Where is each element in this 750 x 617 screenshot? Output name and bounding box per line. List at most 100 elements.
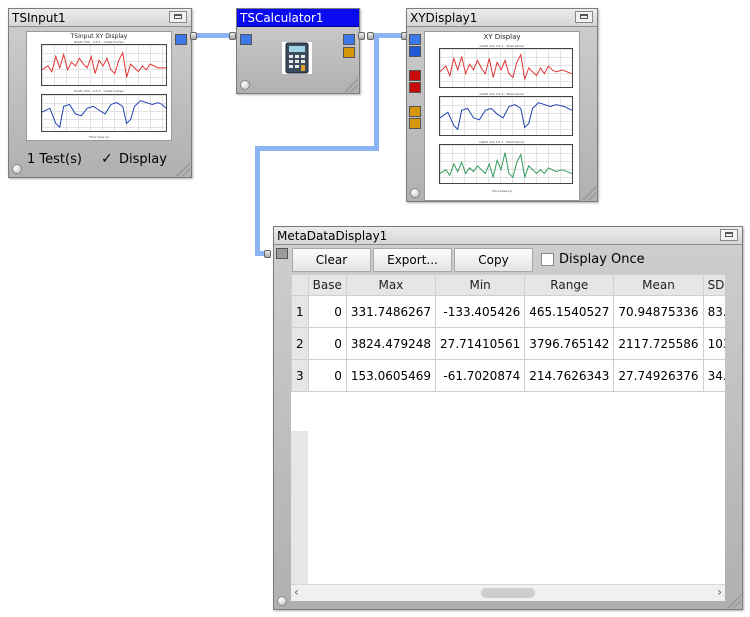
xydisplay-status-dot	[410, 188, 420, 198]
cell-sd[interactable]: 34.466	[702, 359, 725, 392]
column-header-base[interactable]: Base	[307, 274, 347, 296]
scroll-left-arrow-icon[interactable]: ‹	[294, 585, 299, 600]
column-header-min[interactable]: Min	[435, 274, 526, 296]
column-header-mean[interactable]: Mean	[613, 274, 704, 296]
cell-base[interactable]: 0	[307, 295, 347, 328]
metadisplay-input-pin[interactable]	[264, 250, 271, 258]
cell-base[interactable]: 0	[307, 359, 347, 392]
xy-axis-caption: Time base (s)	[491, 189, 513, 193]
tsinput-preview-title: TSInput XY Display	[70, 33, 128, 40]
xydisplay-resize-grip[interactable]	[582, 186, 596, 200]
xy-plot1	[439, 48, 573, 88]
row-number[interactable]: 2	[291, 327, 309, 360]
copy-button[interactable]: Copy	[454, 248, 533, 272]
cell-base[interactable]: 0	[307, 327, 347, 360]
column-header-sd[interactable]: SD	[702, 274, 725, 296]
xydisplay-node[interactable]: XYDisplay1 XY Display shelf1 xx1 2.5 1 -…	[406, 8, 598, 202]
tscalculator-node[interactable]: TSCalculator1	[236, 8, 360, 94]
tsinput-plot1	[41, 44, 167, 86]
tscalculator-output-port-2[interactable]	[343, 47, 355, 58]
column-header-max[interactable]: Max	[345, 274, 437, 296]
cell-min[interactable]: 27.71410561	[435, 327, 526, 360]
table-header-row: Base Max Min Range Mean SD	[291, 274, 725, 296]
scroll-right-arrow-icon[interactable]: ›	[717, 585, 722, 600]
tests-count-label: 1 Test(s)	[27, 152, 82, 167]
row-number[interactable]: 1	[291, 295, 309, 328]
tscalculator-status-dot	[240, 80, 250, 90]
cell-mean[interactable]: 2117.725586	[613, 327, 704, 360]
horizontal-scrollbar[interactable]: ‹ ›	[291, 584, 725, 601]
table-row[interactable]: 3 0 153.0605469 -61.7020874 214.7626343 …	[291, 359, 725, 392]
tsinput-node[interactable]: TSInput1 TSInput XY Display shelf1 XXX -…	[8, 8, 192, 178]
row-header-column-fill	[291, 431, 308, 584]
xydisplay-minimize-button[interactable]	[575, 11, 593, 23]
cell-min[interactable]: -133.405426	[435, 295, 526, 328]
row-number[interactable]: 3	[291, 359, 309, 392]
tscalculator-input-port[interactable]	[240, 34, 252, 45]
xy-plot3	[439, 144, 573, 184]
wire-calculator-to-meta	[255, 146, 379, 151]
cell-min[interactable]: -61.7020874	[435, 359, 526, 392]
metadata-input-port[interactable]	[276, 248, 288, 259]
xydisplay-input-port-2[interactable]	[409, 46, 421, 57]
metadata-minimize-button[interactable]	[720, 229, 738, 241]
metadata-display-node[interactable]: MetaDataDisplay1 Clear Export... Copy Di…	[273, 226, 743, 610]
cell-sd[interactable]: 1032.7	[702, 327, 725, 360]
clear-button[interactable]: Clear	[292, 248, 371, 272]
tscalculator-title[interactable]: TSCalculator1	[237, 9, 359, 27]
xydisplay-preview-title: XY Display	[483, 33, 521, 41]
export-button[interactable]: Export...	[373, 248, 452, 272]
cell-sd[interactable]: 83.845	[702, 295, 725, 328]
tsinput-plot2-caption: shelf1 XXX - 2.5 1 - Unset Dumpo	[73, 89, 125, 93]
xydisplay-input-port-1[interactable]	[409, 34, 421, 45]
tsinput-title[interactable]: TSInput1	[9, 9, 191, 27]
xydisplay-input-port-5[interactable]	[409, 106, 421, 117]
tscalculator-output-pin[interactable]	[358, 32, 365, 40]
scrollbar-thumb[interactable]	[481, 588, 535, 598]
tsinput-plot2	[41, 94, 167, 132]
wire-calculator-to-meta	[255, 146, 260, 255]
tsinput-output-pin[interactable]	[190, 32, 197, 40]
tsinput-axis-caption: Time base (s)	[88, 135, 110, 139]
tsinput-status-dot	[12, 164, 22, 174]
cell-max[interactable]: 3824.479248	[345, 327, 437, 360]
metadata-table: Base Max Min Range Mean SD 1 0 331.74862…	[291, 274, 725, 392]
tscalculator-output-port-1[interactable]	[343, 34, 355, 45]
tscalculator-output-pin[interactable]	[367, 32, 374, 40]
calculator-icon	[282, 42, 312, 74]
xydisplay-preview[interactable]: XY Display shelf1 xx1 2.5 1 - Shell sens…	[424, 31, 580, 201]
display-checkbox-label[interactable]: Display	[119, 152, 167, 167]
cell-max[interactable]: 331.7486267	[345, 295, 437, 328]
tscalculator-resize-grip[interactable]	[344, 78, 358, 92]
xy-plot2	[439, 96, 573, 136]
tsinput-output-port[interactable]	[175, 34, 187, 45]
metadata-status-dot	[277, 596, 287, 606]
xydisplay-input-port-3[interactable]	[409, 70, 421, 81]
cell-mean[interactable]: 27.74926376	[613, 359, 704, 392]
tsinput-preview[interactable]: TSInput XY Display shelf1 XXX - 2.5 1 - …	[26, 31, 172, 141]
table-row[interactable]: 2 0 3824.479248 27.71410561 3796.765142 …	[291, 327, 725, 360]
column-header-corner[interactable]	[291, 274, 309, 296]
tscalculator-input-pin[interactable]	[229, 32, 236, 40]
xydisplay-input-port-6[interactable]	[409, 118, 421, 129]
cell-max[interactable]: 153.0605469	[345, 359, 437, 392]
xydisplay-title[interactable]: XYDisplay1	[407, 9, 597, 27]
metadata-table-viewport[interactable]: Base Max Min Range Mean SD 1 0 331.74862…	[291, 274, 725, 584]
display-once-label[interactable]: Display Once	[559, 252, 645, 267]
wire-input-to-calculator	[194, 33, 232, 38]
metadata-resize-grip[interactable]	[727, 594, 741, 608]
cell-range[interactable]: 3796.765142	[524, 327, 615, 360]
display-checkbox[interactable]: ✓	[101, 152, 114, 166]
tsinput-resize-grip[interactable]	[176, 162, 190, 176]
metadata-display-title[interactable]: MetaDataDisplay1	[274, 227, 742, 245]
cell-range[interactable]: 214.7626343	[524, 359, 615, 392]
table-row[interactable]: 1 0 331.7486267 -133.405426 465.1540527 …	[291, 295, 725, 328]
tsinput-minimize-button[interactable]	[169, 11, 187, 23]
cell-range[interactable]: 465.1540527	[524, 295, 615, 328]
column-header-range[interactable]: Range	[524, 274, 615, 296]
wire-calculator-to-meta	[374, 35, 379, 150]
metadata-toolbar: Clear Export... Copy Display Once	[291, 247, 725, 274]
display-once-checkbox[interactable]	[541, 253, 554, 266]
cell-mean[interactable]: 70.94875336	[613, 295, 704, 328]
xydisplay-input-port-4[interactable]	[409, 82, 421, 93]
